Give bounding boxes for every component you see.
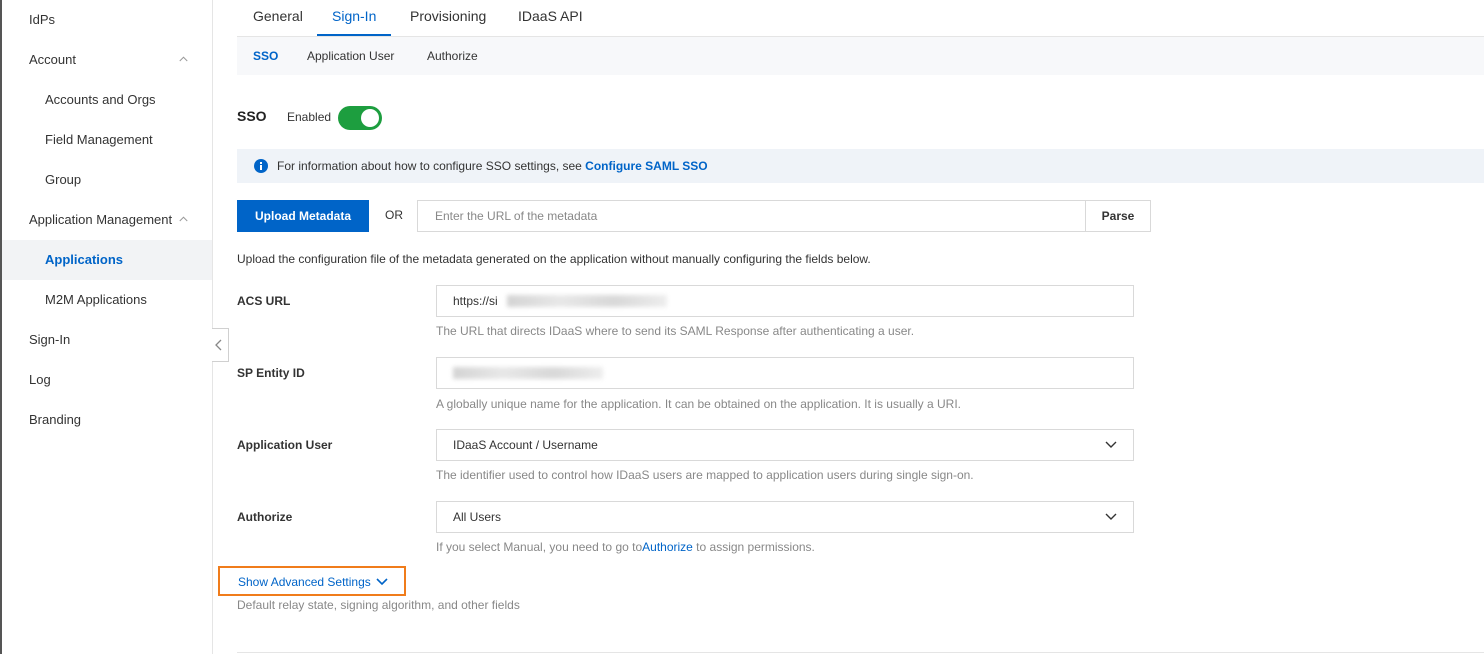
sidebar-item-idps[interactable]: IdPs [2, 0, 212, 40]
acs-url-value: https://si [453, 294, 498, 308]
chevron-up-icon [179, 56, 188, 62]
sub-tabs: SSO Application User Authorize [237, 37, 1484, 75]
chevron-left-icon [215, 339, 222, 351]
sidebar-item-application-management[interactable]: Application Management [2, 200, 212, 240]
application-user-value: IDaaS Account / Username [453, 438, 598, 452]
acs-url-label: ACS URL [237, 294, 291, 308]
sidebar-item-sign-in[interactable]: Sign-In [2, 320, 212, 360]
subtab-authorize[interactable]: Authorize [427, 37, 478, 76]
info-message: For information about how to configure S… [277, 159, 586, 173]
tab-sign-in[interactable]: Sign-In [317, 0, 392, 36]
chevron-down-icon [1105, 441, 1117, 448]
main-tabs: General Sign-In Provisioning IDaaS API [237, 0, 1484, 37]
sidebar-item-field-management[interactable]: Field Management [2, 120, 212, 160]
show-advanced-settings-label: Show Advanced Settings [238, 575, 371, 589]
authorize-link[interactable]: Authorize [642, 540, 693, 554]
sidebar-item-applications[interactable]: Applications [2, 240, 212, 280]
sidebar-item-branding[interactable]: Branding [2, 400, 212, 440]
sidebar-item-accounts-and-orgs[interactable]: Accounts and Orgs [2, 80, 212, 120]
sso-title: SSO [237, 108, 267, 124]
sidebar-item-log[interactable]: Log [2, 360, 212, 400]
authorize-label: Authorize [237, 510, 293, 524]
chevron-down-icon [1105, 513, 1117, 520]
info-icon [254, 159, 268, 173]
sso-enabled-label: Enabled [287, 110, 332, 124]
subtab-application-user[interactable]: Application User [307, 37, 394, 76]
chevron-up-icon [179, 216, 188, 222]
sidebar-item-label: Account [29, 52, 76, 67]
sidebar-item-label: Applications [45, 252, 124, 267]
sp-entity-id-label: SP Entity ID [237, 366, 305, 380]
application-user-hint: The identifier used to control how IDaaS… [436, 468, 974, 482]
sidebar-item-label: IdPs [29, 12, 56, 27]
sidebar-item-label: Sign-In [29, 332, 71, 347]
sidebar-item-label: Branding [29, 412, 82, 427]
redacted-value [453, 367, 603, 379]
application-user-label: Application User [237, 438, 333, 452]
sidebar-item-account[interactable]: Account [2, 40, 212, 80]
sidebar-item-label: Log [29, 372, 51, 387]
sidebar: IdPs Account Accounts and Orgs Field Man… [2, 0, 213, 654]
parse-button[interactable]: Parse [1085, 200, 1151, 232]
tab-provisioning[interactable]: Provisioning [410, 0, 486, 34]
acs-url-hint: The URL that directs IDaaS where to send… [436, 324, 915, 338]
application-user-select[interactable]: IDaaS Account / Username [436, 429, 1134, 461]
metadata-url-input[interactable]: Enter the URL of the metadata [417, 200, 1086, 232]
tab-general[interactable]: General [253, 0, 303, 34]
configure-saml-sso-link[interactable]: Configure SAML SSO [585, 159, 707, 173]
show-advanced-settings-button[interactable]: Show Advanced Settings [218, 566, 406, 596]
acs-url-input[interactable]: https://si [436, 285, 1134, 317]
authorize-select[interactable]: All Users [436, 501, 1134, 533]
toggle-knob [361, 109, 379, 127]
sidebar-item-m2m-applications[interactable]: M2M Applications [2, 280, 212, 320]
chevron-down-icon [376, 578, 388, 586]
advanced-settings-description: Default relay state, signing algorithm, … [237, 598, 520, 612]
sidebar-item-label: Group [45, 172, 82, 187]
sidebar-item-label: Accounts and Orgs [45, 92, 156, 107]
sidebar-item-label: M2M Applications [45, 292, 147, 307]
tab-idaas-api[interactable]: IDaaS API [518, 0, 583, 34]
authorize-hint: If you select Manual, you need to go toA… [436, 540, 815, 554]
redacted-value [507, 295, 667, 307]
info-text: For information about how to configure S… [277, 159, 708, 173]
divider [237, 652, 1484, 653]
upload-metadata-button[interactable]: Upload Metadata [237, 200, 369, 232]
sidebar-item-label: Application Management [29, 212, 173, 227]
sp-entity-id-input[interactable] [436, 357, 1134, 389]
metadata-description: Upload the configuration file of the met… [237, 252, 871, 266]
sidebar-collapse-button[interactable] [212, 328, 229, 362]
sso-toggle[interactable] [338, 106, 382, 130]
sp-entity-id-hint: A globally unique name for the applicati… [436, 397, 961, 411]
authorize-hint-prefix: If you select Manual, you need to go to [436, 540, 643, 554]
authorize-hint-suffix: to assign permissions. [692, 540, 815, 554]
sidebar-item-group[interactable]: Group [2, 160, 212, 200]
authorize-value: All Users [453, 510, 502, 524]
sidebar-item-label: Field Management [45, 132, 153, 147]
or-separator: OR [385, 208, 403, 222]
subtab-sso[interactable]: SSO [253, 37, 278, 76]
info-banner: For information about how to configure S… [237, 149, 1484, 183]
